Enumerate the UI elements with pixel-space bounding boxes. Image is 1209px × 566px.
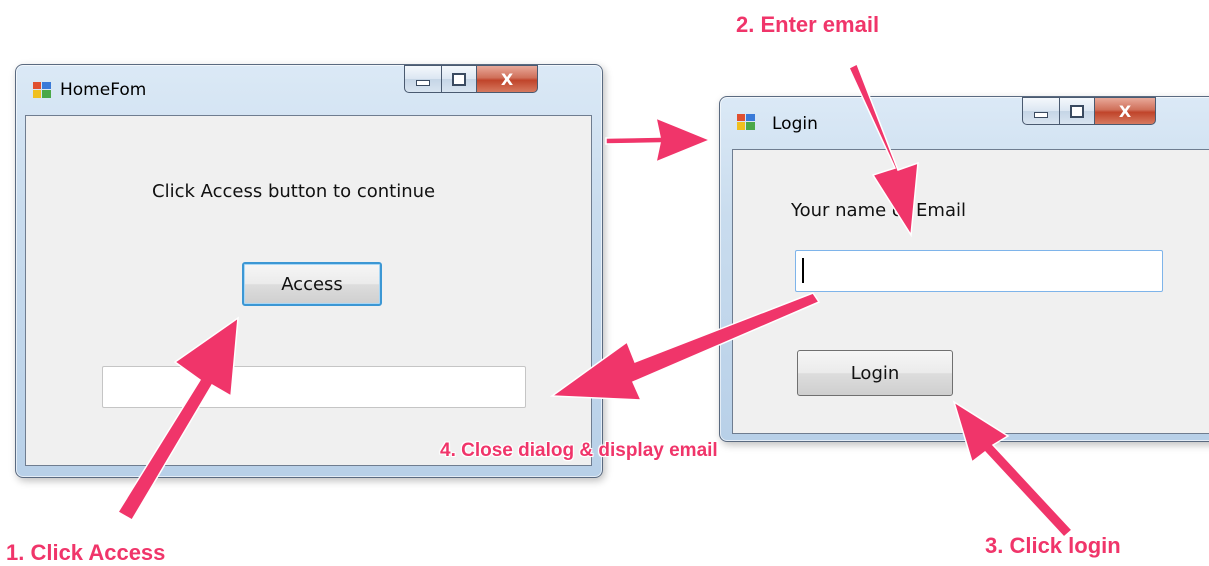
arrow-step4: [549, 292, 821, 401]
arrow-step3: [952, 400, 1074, 539]
annotation-step3: 3. Click login: [985, 533, 1121, 558]
annotation-step1: 1. Click Access: [6, 540, 166, 565]
arrow-window-transition: [605, 116, 712, 164]
arrow-step2: [848, 62, 919, 238]
annotation-step4: 4. Close dialog & display email: [440, 440, 718, 461]
arrow-step1: [116, 316, 239, 522]
annotation-arrows: [116, 62, 1074, 539]
annotation-step2: 2. Enter email: [736, 12, 880, 37]
